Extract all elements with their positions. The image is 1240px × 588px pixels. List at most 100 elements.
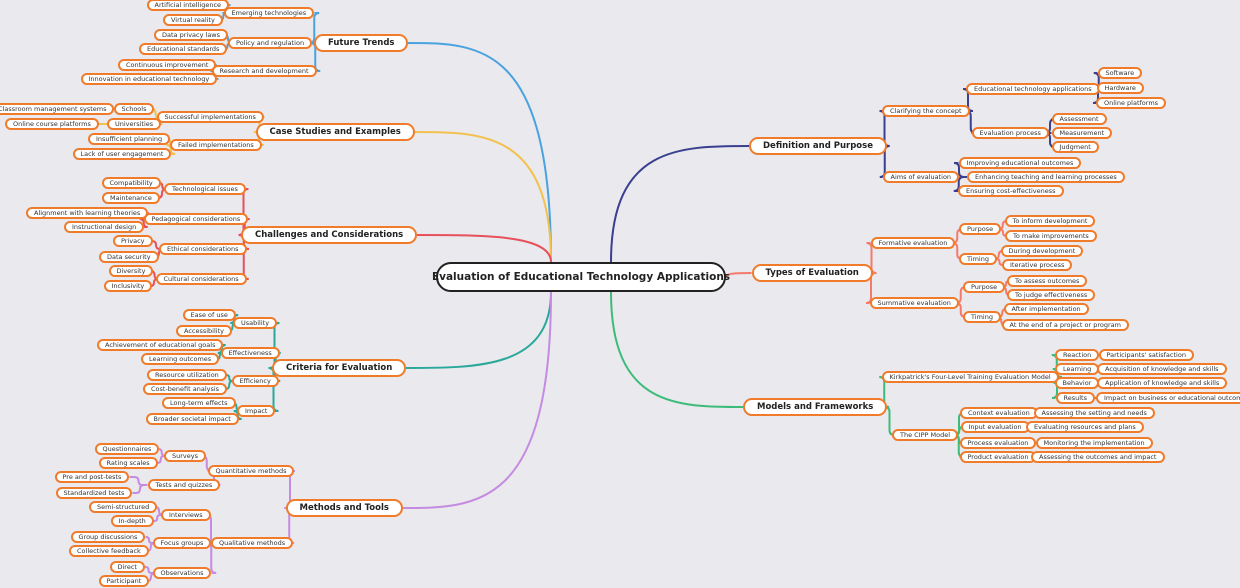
subtopic-semi-structured[interactable]: Semi-structured bbox=[89, 501, 158, 513]
subtopic-cultural-considerations[interactable]: Cultural considerations bbox=[155, 273, 247, 285]
subtopic-achievement-of-educational-goals[interactable]: Achievement of educational goals bbox=[97, 339, 224, 351]
subtopic-process-evaluation[interactable]: Process evaluation bbox=[959, 437, 1037, 449]
subtopic-impact[interactable]: Impact bbox=[237, 405, 276, 417]
subtopic-to-judge-effectiveness[interactable]: To judge effectiveness bbox=[1007, 289, 1096, 301]
subtopic-instructional-design[interactable]: Instructional design bbox=[64, 221, 145, 233]
subtopic-assessment[interactable]: Assessment bbox=[1051, 113, 1107, 125]
subtopic-qualitative-methods[interactable]: Qualitative methods bbox=[211, 537, 294, 549]
subtopic-policy-and-regulation[interactable]: Policy and regulation bbox=[228, 37, 313, 49]
subtopic-failed-implementations[interactable]: Failed implementations bbox=[170, 139, 262, 151]
subtopic-usability[interactable]: Usability bbox=[233, 317, 278, 329]
subtopic-maintenance[interactable]: Maintenance bbox=[102, 192, 160, 204]
subtopic-pre-and-post-tests[interactable]: Pre and post-tests bbox=[54, 471, 130, 483]
subtopic-educational-standards[interactable]: Educational standards bbox=[139, 43, 228, 55]
subtopic-accessibility[interactable]: Accessibility bbox=[176, 325, 232, 337]
subtopic-educational-technology-applications[interactable]: Educational technology applications bbox=[966, 83, 1100, 95]
subtopic-product-evaluation[interactable]: Product evaluation bbox=[959, 451, 1037, 463]
main-topic-models-and-frameworks[interactable]: Models and Frameworks bbox=[743, 398, 888, 416]
subtopic-research-and-development[interactable]: Research and development bbox=[211, 65, 317, 77]
subtopic-broader-societal-impact[interactable]: Broader societal impact bbox=[145, 413, 239, 425]
subtopic-learning-outcomes[interactable]: Learning outcomes bbox=[141, 353, 220, 365]
subtopic-ensuring-cost-effectiveness[interactable]: Ensuring cost-effectiveness bbox=[958, 185, 1064, 197]
subtopic-kirkpatrick-s-four-level-training-evaluation-model[interactable]: Kirkpatrick's Four-Level Training Evalua… bbox=[881, 371, 1059, 383]
subtopic-schools[interactable]: Schools bbox=[113, 103, 155, 115]
main-topic-definition-and-purpose[interactable]: Definition and Purpose bbox=[749, 137, 887, 155]
main-topic-case-studies-and-examples[interactable]: Case Studies and Examples bbox=[255, 123, 415, 141]
subtopic-successful-implementations[interactable]: Successful implementations bbox=[156, 111, 264, 123]
subtopic-inclusivity[interactable]: Inclusivity bbox=[103, 280, 153, 292]
subtopic-direct[interactable]: Direct bbox=[109, 561, 145, 573]
subtopic-innovation-in-educational-technology[interactable]: Innovation in educational technology bbox=[80, 73, 218, 85]
subtopic-diversity[interactable]: Diversity bbox=[108, 265, 154, 277]
subtopic-tests-and-quizzes[interactable]: Tests and quizzes bbox=[147, 479, 221, 491]
subtopic-to-inform-development[interactable]: To inform development bbox=[1004, 215, 1096, 227]
subtopic-reaction[interactable]: Reaction bbox=[1055, 349, 1100, 361]
main-topic-future-trends[interactable]: Future Trends bbox=[314, 34, 409, 52]
subtopic-input-evaluation[interactable]: Input evaluation bbox=[960, 421, 1030, 433]
subtopic-compatibility[interactable]: Compatibility bbox=[101, 177, 161, 189]
subtopic-after-implementation[interactable]: After implementation bbox=[1003, 303, 1089, 315]
subtopic-ethical-considerations[interactable]: Ethical considerations bbox=[159, 243, 247, 255]
subtopic-measurement[interactable]: Measurement bbox=[1051, 127, 1113, 139]
main-topic-methods-and-tools[interactable]: Methods and Tools bbox=[285, 499, 403, 517]
subtopic-enhancing-teaching-and-learning-processes[interactable]: Enhancing teaching and learning processe… bbox=[967, 171, 1125, 183]
subtopic-behavior[interactable]: Behavior bbox=[1054, 377, 1100, 389]
subtopic-to-make-improvements[interactable]: To make improvements bbox=[1005, 230, 1097, 242]
subtopic-during-development[interactable]: During development bbox=[1000, 245, 1084, 257]
subtopic-universities[interactable]: Universities bbox=[107, 118, 162, 130]
subtopic-standardized-tests[interactable]: Standardized tests bbox=[55, 487, 133, 499]
subtopic-evaluating-resources-and-plans[interactable]: Evaluating resources and plans bbox=[1026, 421, 1144, 433]
subtopic-software[interactable]: Software bbox=[1097, 67, 1143, 79]
subtopic-assessing-the-outcomes-and-impact[interactable]: Assessing the outcomes and impact bbox=[1031, 451, 1165, 463]
subtopic-improving-educational-outcomes[interactable]: Improving educational outcomes bbox=[958, 157, 1082, 169]
subtopic-iterative-process[interactable]: Iterative process bbox=[1002, 259, 1073, 271]
subtopic-purpose[interactable]: Purpose bbox=[963, 281, 1006, 293]
subtopic-application-of-knowledge-and-skills[interactable]: Application of knowledge and skills bbox=[1097, 377, 1228, 389]
subtopic-clarifying-the-concept[interactable]: Clarifying the concept bbox=[882, 105, 970, 117]
subtopic-context-evaluation[interactable]: Context evaluation bbox=[960, 407, 1038, 419]
subtopic-lack-of-user-engagement[interactable]: Lack of user engagement bbox=[72, 148, 172, 160]
subtopic-alignment-with-learning-theories[interactable]: Alignment with learning theories bbox=[26, 207, 149, 219]
subtopic-resource-utilization[interactable]: Resource utilization bbox=[147, 369, 227, 381]
subtopic-monitoring-the-implementation[interactable]: Monitoring the implementation bbox=[1035, 437, 1153, 449]
subtopic-timing[interactable]: Timing bbox=[963, 311, 1001, 323]
subtopic-rating-scales[interactable]: Rating scales bbox=[98, 457, 158, 469]
subtopic-judgment[interactable]: Judgment bbox=[1051, 141, 1099, 153]
subtopic-online-platforms[interactable]: Online platforms bbox=[1096, 97, 1167, 109]
subtopic-learning[interactable]: Learning bbox=[1055, 363, 1100, 375]
subtopic-group-discussions[interactable]: Group discussions bbox=[70, 531, 146, 543]
subtopic-data-privacy-laws[interactable]: Data privacy laws bbox=[154, 29, 228, 41]
subtopic-online-course-platforms[interactable]: Online course platforms bbox=[5, 118, 99, 130]
subtopic-long-term-effects[interactable]: Long-term effects bbox=[162, 397, 236, 409]
subtopic-evaluation-process[interactable]: Evaluation process bbox=[971, 127, 1049, 139]
subtopic-ease-of-use[interactable]: Ease of use bbox=[182, 309, 236, 321]
main-topic-types-of-evaluation[interactable]: Types of Evaluation bbox=[751, 264, 873, 282]
subtopic-data-security[interactable]: Data security bbox=[99, 251, 159, 263]
subtopic-acquisition-of-knowledge-and-skills[interactable]: Acquisition of knowledge and skills bbox=[1097, 363, 1227, 375]
subtopic-purpose[interactable]: Purpose bbox=[959, 223, 1002, 235]
root-topic[interactable]: Evaluation of Educational Technology App… bbox=[432, 262, 730, 292]
subtopic-formative-evaluation[interactable]: Formative evaluation bbox=[870, 237, 956, 249]
subtopic-observations[interactable]: Observations bbox=[152, 567, 212, 579]
subtopic-aims-of-evaluation[interactable]: Aims of evaluation bbox=[882, 171, 960, 183]
subtopic-insufficient-planning[interactable]: Insufficient planning bbox=[88, 133, 171, 145]
subtopic-in-depth[interactable]: In-depth bbox=[110, 515, 154, 527]
subtopic-assessing-the-setting-and-needs[interactable]: Assessing the setting and needs bbox=[1033, 407, 1155, 419]
subtopic-effectiveness[interactable]: Effectiveness bbox=[220, 347, 280, 359]
subtopic-cost-benefit-analysis[interactable]: Cost-benefit analysis bbox=[143, 383, 228, 395]
subtopic-virtual-reality[interactable]: Virtual reality bbox=[163, 14, 223, 26]
subtopic-hardware[interactable]: Hardware bbox=[1096, 82, 1144, 94]
subtopic-quantitative-methods[interactable]: Quantitative methods bbox=[207, 465, 295, 477]
subtopic-impact-on-business-or-educational-outcomes[interactable]: Impact on business or educational outcom… bbox=[1096, 392, 1240, 404]
subtopic-the-cipp-model[interactable]: The CIPP Model bbox=[892, 429, 959, 441]
subtopic-privacy[interactable]: Privacy bbox=[113, 235, 153, 247]
subtopic-summative-evaluation[interactable]: Summative evaluation bbox=[869, 297, 959, 309]
subtopic-interviews[interactable]: Interviews bbox=[161, 509, 211, 521]
subtopic-emerging-technologies[interactable]: Emerging technologies bbox=[223, 7, 315, 19]
subtopic-artificial-intelligence[interactable]: Artificial intelligence bbox=[146, 0, 230, 11]
subtopic-efficiency[interactable]: Efficiency bbox=[231, 375, 279, 387]
subtopic-results[interactable]: Results bbox=[1055, 392, 1095, 404]
main-topic-challenges-and-considerations[interactable]: Challenges and Considerations bbox=[241, 226, 418, 244]
subtopic-continuous-improvement[interactable]: Continuous improvement bbox=[118, 59, 217, 71]
subtopic-questionnaires[interactable]: Questionnaires bbox=[94, 443, 160, 455]
